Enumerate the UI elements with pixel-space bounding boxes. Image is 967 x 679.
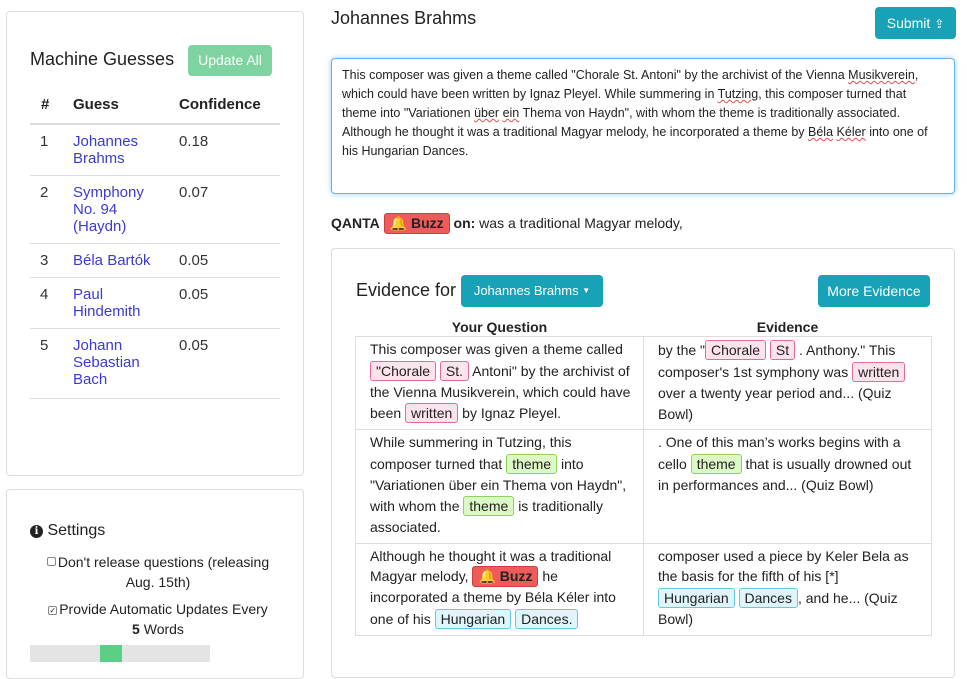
guess-link[interactable]: Johannes Brahms xyxy=(73,133,159,167)
update-slider[interactable] xyxy=(30,645,210,662)
guess-link[interactable]: Johann Sebastian Bach xyxy=(73,337,159,388)
update-unit: Words xyxy=(143,621,184,637)
question-segment: This composer was given a theme called "… xyxy=(355,336,644,430)
update-count: 5 xyxy=(132,621,140,637)
match-highlight: Dances xyxy=(738,587,798,608)
match-highlight: St xyxy=(769,340,796,360)
table-row: 4 Paul Hindemith 0.05 xyxy=(30,277,280,329)
col-guess: Guess xyxy=(73,88,179,125)
col-your-question: Your Question xyxy=(451,319,548,335)
evidence-snippet: . One of this man’s works begins with a … xyxy=(643,429,932,544)
caret-down-icon: ▼ xyxy=(582,286,591,295)
buzz-line: QANTA 🔔 Buzz on: was a traditional Magya… xyxy=(331,213,683,234)
auto-update-checkbox[interactable]: ✓ xyxy=(48,606,58,615)
evidence-row: This composer was given a theme called "… xyxy=(355,336,932,430)
auto-update-option: ✓ Provide Automatic Updates Every 5 Words xyxy=(33,599,283,639)
match-highlight: St. xyxy=(439,360,470,381)
question-textarea[interactable]: This composer was given a theme called "… xyxy=(331,58,955,194)
match-highlight: written xyxy=(405,403,459,423)
release-option: Don't release questions (releasing Aug. … xyxy=(33,552,283,592)
answer-title: Johannes Brahms xyxy=(331,8,477,28)
buzz-text: was a traditional Magyar melody, xyxy=(479,215,683,231)
guess-confidence: 0.05 xyxy=(179,328,280,399)
upload-icon: ⇪ xyxy=(934,17,945,31)
col-evidence: Evidence xyxy=(756,319,819,335)
buzz-badge: 🔔 Buzz xyxy=(383,213,450,234)
guess-confidence: 0.05 xyxy=(179,277,280,329)
submit-button[interactable]: Submit ⇪ xyxy=(875,7,956,39)
evidence-row: Although he thought it was a traditional… xyxy=(355,542,932,636)
table-row: 5 Johann Sebastian Bach 0.05 xyxy=(30,328,280,399)
evidence-title: Evidence for xyxy=(356,280,457,300)
guess-link[interactable]: Béla Bartók xyxy=(73,252,169,269)
evidence-snippet: by the " Chorale St . Anthony." This comp… xyxy=(643,336,932,430)
match-highlight: theme xyxy=(690,453,742,474)
evidence-answer-dropdown[interactable]: Johannes Brahms ▼ xyxy=(461,275,603,307)
buzz-marker: 🔔 Buzz xyxy=(472,566,539,587)
table-row: 2 Symphony No. 94 (Haydn) 0.07 xyxy=(30,175,280,244)
more-evidence-button[interactable]: More Evidence xyxy=(818,275,930,307)
guess-link[interactable]: Paul Hindemith xyxy=(73,286,159,320)
settings-heading: i Settings xyxy=(30,522,105,540)
system-name: QANTA xyxy=(331,215,380,231)
match-highlight: "Chorale xyxy=(370,360,436,381)
slider-handle[interactable] xyxy=(100,645,122,662)
guess-confidence: 0.05 xyxy=(179,243,280,278)
col-rank: # xyxy=(30,88,73,125)
auto-update-label: Provide Automatic Updates Every xyxy=(59,601,268,617)
match-highlight: theme xyxy=(506,453,558,474)
match-highlight: Hungarian xyxy=(434,608,512,629)
release-checkbox[interactable] xyxy=(46,557,56,566)
settings-title: Settings xyxy=(47,522,106,539)
update-all-button[interactable]: Update All xyxy=(188,45,272,76)
question-segment: While summering in Tutzing, this compose… xyxy=(355,429,644,544)
match-highlight: Hungarian xyxy=(658,587,735,608)
match-highlight: theme xyxy=(463,496,515,516)
guess-confidence: 0.07 xyxy=(179,175,280,244)
machine-guesses-title: Machine Guesses xyxy=(30,49,175,69)
guess-rank: 1 xyxy=(30,123,73,176)
col-confidence: Confidence xyxy=(179,88,280,125)
question-segment: Although he thought it was a traditional… xyxy=(355,542,644,636)
guess-confidence: 0.18 xyxy=(179,123,280,176)
buzz-on-label: on: xyxy=(453,215,476,231)
dropdown-label: Johannes Brahms xyxy=(473,283,579,298)
submit-label: Submit xyxy=(886,15,931,31)
info-icon: i xyxy=(30,525,43,538)
match-highlight: Chorale xyxy=(705,340,767,360)
release-option-label: Don't release questions (releasing Aug. … xyxy=(57,554,270,590)
bell-icon: 🔔 xyxy=(478,568,496,584)
evidence-snippet: composer used a piece by Keler Bela as t… xyxy=(643,542,932,636)
bell-icon: 🔔 xyxy=(389,215,408,231)
guess-link[interactable]: Symphony No. 94 (Haydn) xyxy=(73,184,159,235)
table-row: 1 Johannes Brahms 0.18 xyxy=(30,123,280,176)
guess-rank: 2 xyxy=(30,175,73,244)
guess-rank: 5 xyxy=(30,328,73,399)
guess-rank: 3 xyxy=(30,243,73,278)
guess-rank: 4 xyxy=(30,277,73,329)
evidence-row: While summering in Tutzing, this compose… xyxy=(355,429,932,544)
evidence-table: Your Question Evidence This composer was… xyxy=(355,316,932,636)
table-row: 3 Béla Bartók 0.05 xyxy=(30,243,280,278)
guesses-table: # Guess Confidence 1 Johannes Brahms 0.1… xyxy=(30,88,280,399)
match-highlight: Dances. xyxy=(515,608,579,629)
match-highlight: written xyxy=(852,362,906,382)
